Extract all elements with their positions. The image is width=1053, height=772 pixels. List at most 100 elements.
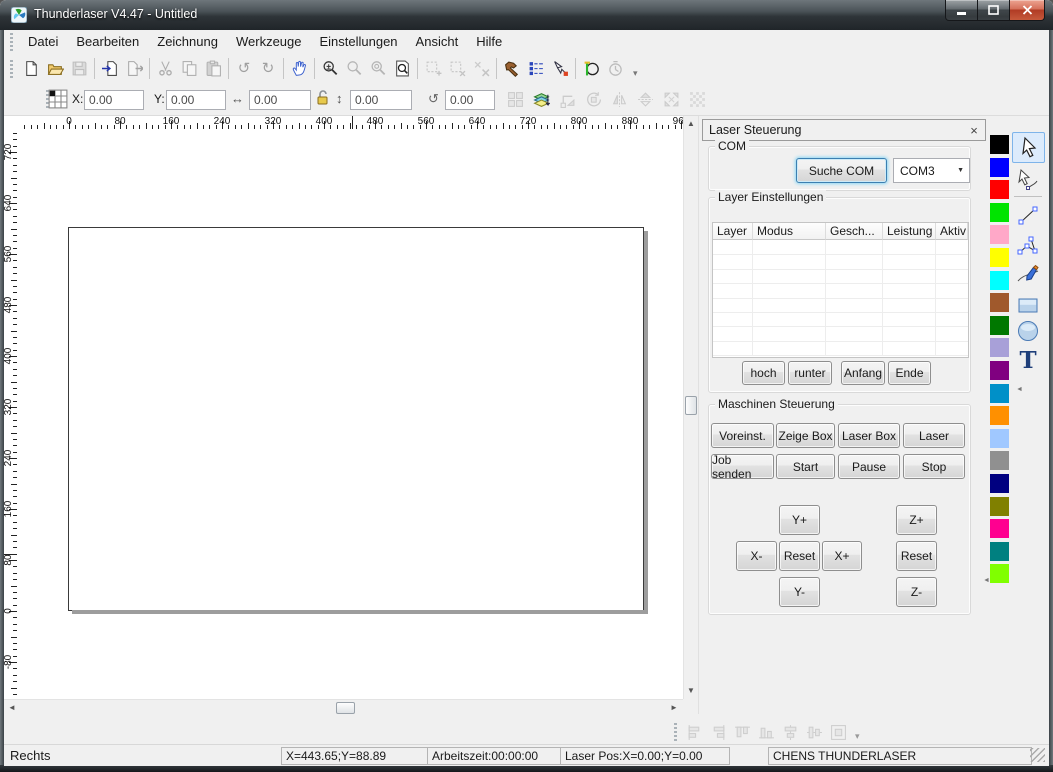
scroll-right-icon[interactable]: ► — [670, 704, 678, 712]
color-swatch-FF0090[interactable] — [990, 519, 1009, 538]
layer-hoch-button[interactable]: hoch — [742, 361, 785, 385]
scroll-up-icon[interactable]: ▲ — [687, 120, 695, 128]
machine-stop-button[interactable]: Stop — [903, 454, 965, 479]
machine-tools-icon[interactable] — [500, 57, 524, 81]
preview-simulate-icon[interactable] — [579, 57, 603, 81]
estimate-time-icon[interactable] — [603, 57, 627, 81]
color-swatch-0090C8[interactable] — [990, 384, 1009, 403]
undo-icon[interactable]: ↺ — [232, 57, 256, 81]
com-port-select[interactable]: COM3 ▼ — [893, 158, 970, 183]
color-swatch-A8A0D8[interactable] — [990, 338, 1009, 357]
menu-item-zeichnung[interactable]: Zeichnung — [148, 31, 227, 52]
dither-pattern-icon[interactable] — [686, 87, 708, 111]
color-swatch-FFFF00[interactable] — [990, 248, 1009, 267]
close-button[interactable] — [1009, 0, 1045, 21]
color-swatch-FF0000[interactable] — [990, 180, 1009, 199]
layer-table[interactable]: LayerModusGesch...LeistungAktiv — [712, 222, 969, 358]
jog-z-plus-button[interactable]: Z+ — [896, 505, 937, 535]
machine-zeige-box-button[interactable]: Zeige Box — [776, 423, 835, 448]
zoom-all-icon[interactable] — [366, 57, 390, 81]
menu-item-werkzeuge[interactable]: Werkzeuge — [227, 31, 311, 52]
align-left-icon[interactable] — [683, 721, 705, 743]
mirror-vertical-icon[interactable] — [634, 87, 656, 111]
zoom-selection-icon[interactable] — [342, 57, 366, 81]
collapse-arrow[interactable]: ◄ — [1016, 386, 1023, 393]
color-swatch-007800[interactable] — [990, 316, 1009, 335]
title-bar[interactable]: Thunderlaser V4.47 - Untitled — [0, 0, 1053, 30]
jog-x-plus-button[interactable]: X+ — [822, 541, 862, 571]
mirror-horizontal-icon[interactable] — [608, 87, 630, 111]
cut-icon[interactable] — [153, 57, 177, 81]
jog-x-minus-button[interactable]: X- — [736, 541, 777, 571]
deselect-icon[interactable] — [469, 57, 493, 81]
open-file-icon[interactable] — [43, 57, 67, 81]
copy-icon[interactable] — [177, 57, 201, 81]
lock-ratio-icon[interactable] — [315, 89, 331, 109]
jog-y-plus-button[interactable]: Y+ — [779, 505, 820, 535]
color-swatch-808000[interactable] — [990, 497, 1009, 516]
color-swatch-00E400[interactable] — [990, 203, 1009, 222]
rotation-input[interactable] — [445, 90, 495, 110]
maximize-button[interactable] — [977, 0, 1010, 21]
vertical-scroll-thumb[interactable] — [685, 396, 697, 415]
paste-icon[interactable] — [201, 57, 225, 81]
menu-item-bearbeiten[interactable]: Bearbeiten — [67, 31, 148, 52]
zoom-dynamic-icon[interactable] — [318, 57, 342, 81]
select-add-icon[interactable] — [421, 57, 445, 81]
minimize-button[interactable] — [945, 0, 978, 21]
color-swatch-00FFFF[interactable] — [990, 271, 1009, 290]
machine-voreinst--button[interactable]: Voreinst. — [711, 423, 774, 448]
color-swatch-A0592C[interactable] — [990, 293, 1009, 312]
layer-anfang-button[interactable]: Anfang — [841, 361, 885, 385]
text-tool[interactable]: T — [1012, 345, 1043, 374]
color-swatch-A0C8FF[interactable] — [990, 429, 1009, 448]
menu-item-ansicht[interactable]: Ansicht — [407, 31, 468, 52]
toolbar-overflow-icon[interactable]: ▾ — [633, 68, 638, 79]
layer-runter-button[interactable]: runter — [788, 361, 832, 385]
node-corner-icon[interactable] — [556, 87, 578, 111]
color-swatch-FFA8C8[interactable] — [990, 225, 1009, 244]
alignbar-grip[interactable] — [674, 723, 677, 741]
pan-icon[interactable] — [287, 57, 311, 81]
select-tool[interactable] — [1012, 132, 1045, 163]
color-swatch-80FF00[interactable] — [990, 564, 1009, 583]
align-bottom-icon[interactable] — [755, 721, 777, 743]
export-icon[interactable] — [122, 57, 146, 81]
layer-ende-button[interactable]: Ende — [888, 361, 931, 385]
scroll-left-icon[interactable]: ◄ — [8, 704, 16, 712]
combo-arrow-icon[interactable]: ▼ — [957, 167, 964, 174]
import-icon[interactable] — [98, 57, 122, 81]
new-document-icon[interactable] — [19, 57, 43, 81]
pen-tool[interactable] — [1012, 258, 1043, 287]
color-swatch-000080[interactable] — [990, 474, 1009, 493]
vertical-scrollbar[interactable]: ▲ ▼ — [683, 116, 698, 699]
machine-laser-box-button[interactable]: Laser Box — [838, 423, 900, 448]
height-input[interactable] — [350, 90, 412, 110]
horizontal-scroll-thumb[interactable] — [336, 702, 355, 714]
menu-item-hilfe[interactable]: Hilfe — [467, 31, 511, 52]
jog-z-minus-button[interactable]: Z- — [896, 577, 937, 607]
ellipse-tool[interactable] — [1012, 316, 1043, 345]
center-horizontal-icon[interactable] — [779, 721, 801, 743]
redo-icon[interactable]: ↻ — [256, 57, 280, 81]
menu-item-datei[interactable]: Datei — [19, 31, 67, 52]
panel-close-icon[interactable]: × — [967, 123, 981, 138]
color-swatch-000000[interactable] — [990, 135, 1009, 154]
color-swatch-008080[interactable] — [990, 542, 1009, 561]
machine-job-senden-button[interactable]: Job senden — [711, 454, 774, 479]
center-in-page-icon[interactable] — [827, 721, 849, 743]
toolbar1-grip[interactable] — [10, 60, 13, 78]
rectangle-tool[interactable] — [1012, 290, 1043, 319]
color-swatch-0000FF[interactable] — [990, 158, 1009, 177]
jog-xy-reset-button[interactable]: Reset — [779, 541, 820, 571]
color-swatch-800080[interactable] — [990, 361, 1009, 380]
jog-z-reset-button[interactable]: Reset — [896, 541, 937, 571]
center-vertical-icon[interactable] — [803, 721, 825, 743]
align-top-icon[interactable] — [731, 721, 753, 743]
layer-order-icon[interactable] — [530, 87, 552, 111]
color-swatch-909090[interactable] — [990, 451, 1009, 470]
y-input[interactable] — [166, 90, 226, 110]
align-overflow-icon[interactable]: ▾ — [855, 731, 860, 742]
horizontal-scrollbar[interactable]: ◄ ► — [4, 699, 683, 715]
align-right-icon[interactable] — [707, 721, 729, 743]
